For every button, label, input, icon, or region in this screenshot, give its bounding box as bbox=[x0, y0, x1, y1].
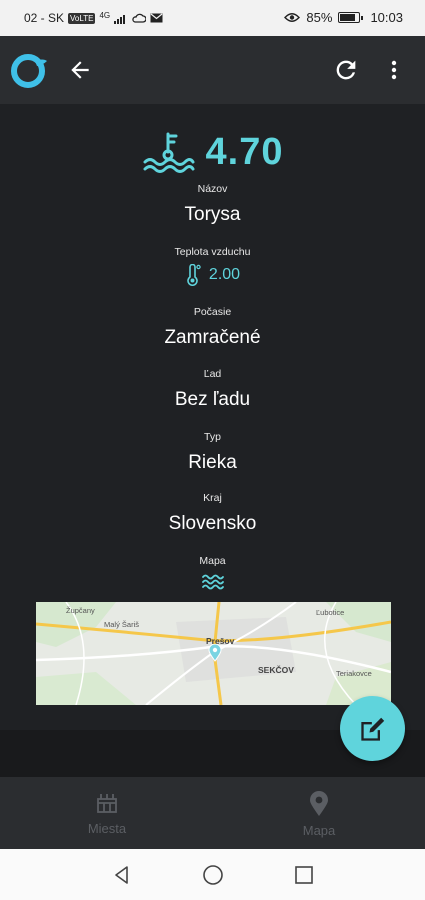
cloud-icon bbox=[132, 13, 147, 23]
map-place-5: SEKČOV bbox=[258, 665, 294, 675]
more-options-button[interactable] bbox=[380, 54, 408, 86]
ice-value: Bez ľadu bbox=[174, 389, 251, 410]
water-waves-icon bbox=[201, 574, 224, 590]
field-region: Kraj Slovensko bbox=[0, 492, 425, 535]
nav-item-map[interactable]: Mapa bbox=[259, 791, 379, 838]
map-pin-icon bbox=[310, 791, 328, 816]
field-air-temperature: Teplota vzduchu 2.00 bbox=[0, 246, 425, 286]
weather-value: Zamračené bbox=[164, 327, 261, 348]
water-level-value: 4.70 bbox=[205, 130, 284, 173]
battery-icon bbox=[338, 12, 364, 23]
region-value: Slovensko bbox=[168, 513, 257, 534]
name-label: Názov bbox=[197, 183, 228, 195]
system-navigation-bar bbox=[0, 849, 425, 900]
station-detail: 4.70 Názov Torysa Teplota vzduchu 2.00 P… bbox=[0, 104, 425, 730]
system-home-button[interactable] bbox=[201, 863, 225, 887]
carrier-name: 02 - SK bbox=[24, 11, 65, 25]
status-left: 02 - SK VoLTE 4G bbox=[24, 11, 163, 25]
volte-badge: VoLTE bbox=[68, 12, 96, 24]
water-level-row: 4.70 bbox=[0, 130, 425, 174]
map-label: Mapa bbox=[199, 555, 226, 567]
field-name: Názov Torysa bbox=[0, 183, 425, 226]
bottom-navigation: Miesta Mapa bbox=[0, 777, 425, 849]
nav-item-places[interactable]: Miesta bbox=[47, 791, 167, 836]
type-label: Typ bbox=[204, 431, 221, 443]
map-place-1: Župčany bbox=[66, 606, 95, 615]
network-type: 4G bbox=[99, 10, 111, 20]
water-gauge-icon bbox=[143, 132, 195, 173]
location-map[interactable]: Župčany Malý Šariš Prešov Ľubotice SEKČO… bbox=[36, 602, 391, 705]
air-temp-row: 2.00 bbox=[0, 264, 425, 286]
air-temp-label: Teplota vzduchu bbox=[174, 246, 251, 258]
nav-label-map: Mapa bbox=[302, 823, 336, 838]
edit-fab-button[interactable] bbox=[340, 696, 405, 761]
places-icon bbox=[97, 794, 117, 813]
weather-label: Počasie bbox=[193, 306, 232, 318]
eye-comfort-icon bbox=[284, 13, 301, 22]
air-temp-value: 2.00 bbox=[208, 266, 241, 283]
ice-label: Ľad bbox=[203, 368, 222, 380]
status-right: 85% 10:03 bbox=[284, 10, 403, 25]
nav-recents-icon bbox=[295, 866, 313, 884]
brand-logo-icon bbox=[9, 52, 49, 88]
battery-percent: 85% bbox=[306, 10, 333, 25]
nav-back-icon bbox=[115, 866, 128, 884]
map-place-6: Teriakovce bbox=[336, 669, 372, 678]
nav-label-places: Miesta bbox=[87, 821, 127, 836]
thermometer-icon bbox=[187, 264, 201, 286]
refresh-icon bbox=[336, 60, 356, 80]
map-place-4: Ľubotice bbox=[316, 608, 345, 617]
region-label: Kraj bbox=[203, 492, 222, 504]
refresh-button[interactable] bbox=[330, 54, 362, 86]
system-recents-button[interactable] bbox=[292, 863, 316, 887]
mail-icon bbox=[150, 13, 163, 23]
field-ice: Ľad Bez ľadu bbox=[0, 368, 425, 411]
nav-home-icon bbox=[203, 865, 223, 885]
map-place-2: Malý Šariš bbox=[104, 620, 140, 629]
app-bar bbox=[0, 36, 425, 104]
edit-icon bbox=[360, 717, 384, 741]
clock: 10:03 bbox=[370, 10, 403, 25]
back-button[interactable] bbox=[64, 54, 96, 86]
field-map: Mapa bbox=[0, 555, 425, 596]
name-value: Torysa bbox=[184, 204, 241, 225]
field-weather: Počasie Zamračené bbox=[0, 306, 425, 349]
field-type: Typ Rieka bbox=[0, 431, 425, 474]
arrow-back-icon bbox=[71, 61, 89, 79]
signal-icon bbox=[114, 14, 126, 24]
type-value: Rieka bbox=[188, 452, 237, 473]
map-pin-marker-icon bbox=[208, 644, 222, 662]
status-bar: 02 - SK VoLTE 4G 85% 10:03 bbox=[0, 0, 425, 36]
system-back-button[interactable] bbox=[110, 863, 134, 887]
more-vert-icon bbox=[391, 60, 397, 80]
